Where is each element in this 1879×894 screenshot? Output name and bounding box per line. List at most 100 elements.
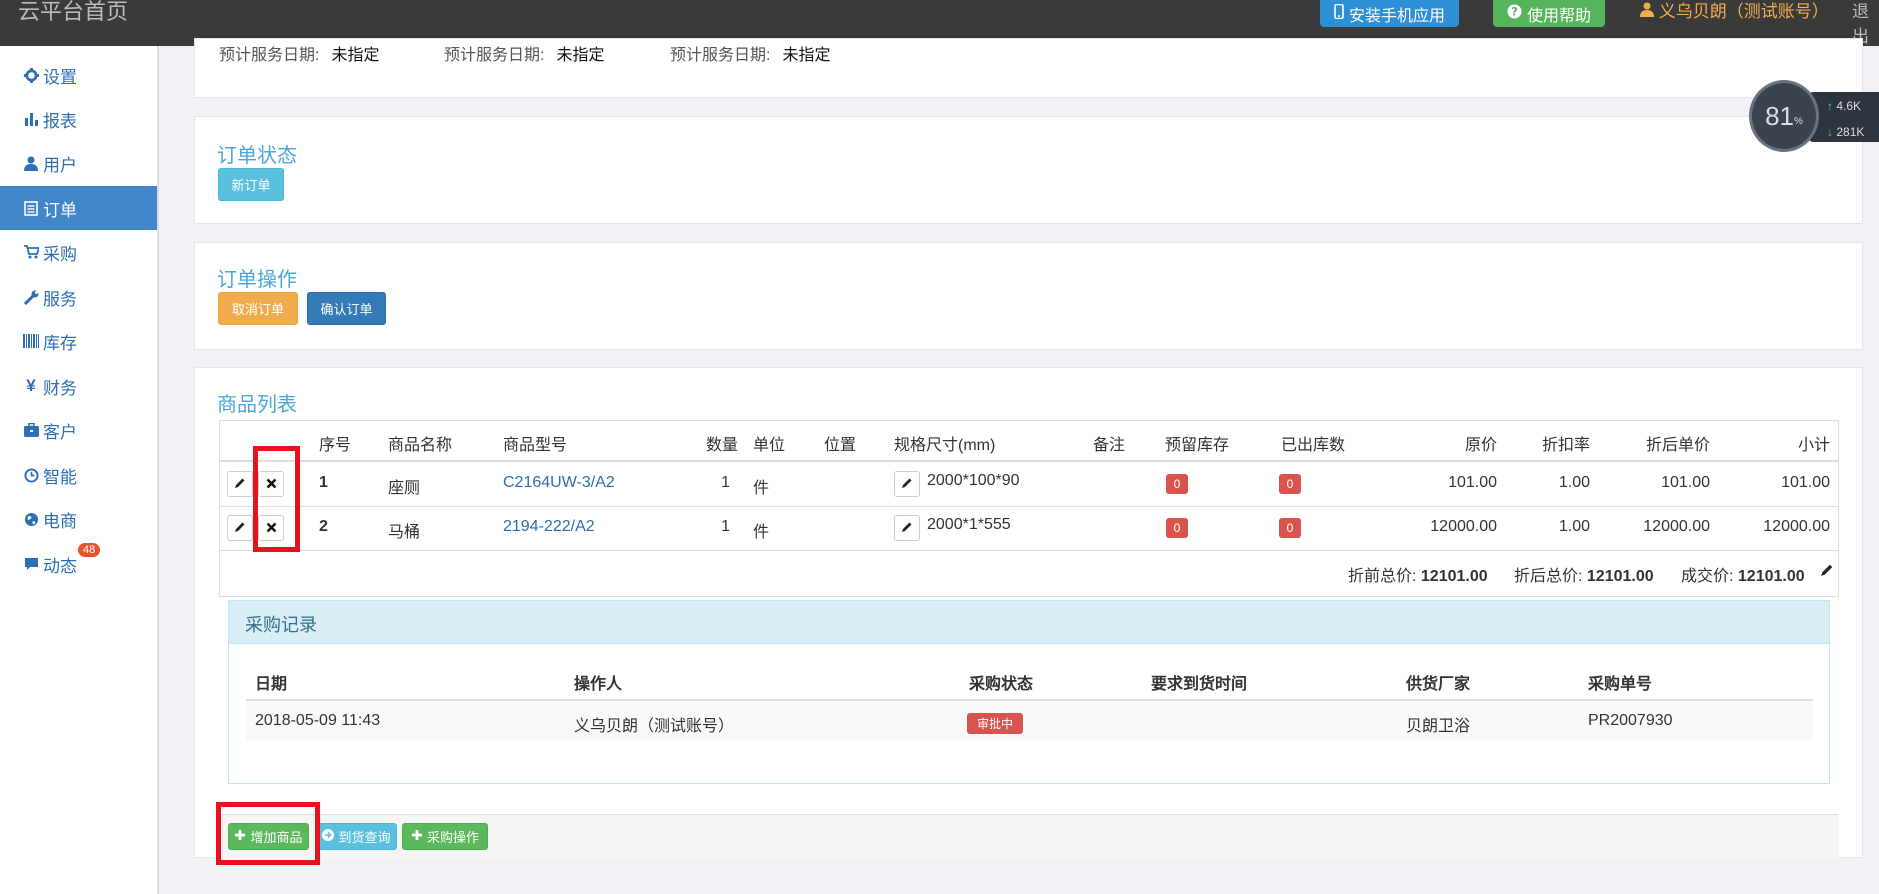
upload-speed: ↑ 4.6K <box>1827 99 1862 113</box>
clock-icon <box>22 467 40 483</box>
row-spec: 2000*100*90 <box>927 472 1020 489</box>
order-status-title: 订单状态 <box>217 145 297 167</box>
brand-title[interactable]: 云平台首页 <box>18 0 128 26</box>
sidebar-item-inventory[interactable]: 库存 <box>0 319 157 363</box>
sidebar-item-label: 动态 <box>43 556 77 576</box>
edit-spec-button[interactable] <box>894 515 920 541</box>
purchase-header-arrival: 要求到货时间 <box>1151 676 1248 693</box>
product-table: 序号 商品名称 商品型号 数量 单位 位置 规格尺寸(mm) 备注 预留库存 已… <box>219 420 1839 597</box>
service-dates-panel: 预计服务日期: 未指定 预计服务日期: 未指定 预计服务日期: 未指定 <box>194 38 1863 98</box>
confirm-order-button[interactable]: 确认订单 <box>307 292 386 325</box>
pencil-icon <box>1820 562 1834 582</box>
shipped-badge: 0 <box>1279 474 1301 494</box>
sidebar-item-customers[interactable]: 客户 <box>0 408 157 452</box>
header-shipped: 已出库数 <box>1281 437 1346 454</box>
sidebar-item-dynamics[interactable]: 动态 48 <box>0 542 157 586</box>
edit-row-button[interactable] <box>227 515 253 541</box>
install-app-button[interactable]: 安装手机应用 <box>1320 0 1459 27</box>
sidebar-item-finance[interactable]: ¥ 财务 <box>0 364 157 408</box>
purchase-operator: 义乌贝朗（测试账号） <box>574 718 735 735</box>
service-date-3: 预计服务日期: 未指定 <box>670 47 831 64</box>
row-qty: 1 <box>721 474 730 491</box>
sidebar-item-label: 客户 <box>43 422 77 442</box>
service-date-1: 预计服务日期: 未指定 <box>219 47 380 64</box>
order-ops-panel: 订单操作 取消订单 确认订单 <box>194 242 1863 350</box>
deal-price: 成交价: 12101.00 <box>1681 568 1805 585</box>
usage-gauge: 81% <box>1749 80 1819 152</box>
header-remark: 备注 <box>1093 437 1126 454</box>
install-app-label: 安装手机应用 <box>1348 7 1445 25</box>
highlight-box-add <box>216 802 320 865</box>
header-orig-price: 原价 <box>1464 437 1497 454</box>
header-model: 商品型号 <box>503 437 568 454</box>
header-discount: 折扣率 <box>1541 437 1590 454</box>
purchase-operation-label: 采购操作 <box>426 830 479 845</box>
row-model-link[interactable]: 2194-222/A2 <box>503 518 595 536</box>
sidebar-item-reports[interactable]: 报表 <box>0 97 157 141</box>
globe-icon <box>22 512 40 527</box>
comment-icon <box>22 557 40 571</box>
purchase-header-status: 采购状态 <box>969 676 1034 693</box>
sidebar-item-label: 智能 <box>43 467 77 487</box>
purchase-order-link[interactable]: PR2007930 <box>1588 712 1673 730</box>
header-location: 位置 <box>824 437 857 454</box>
header-divider <box>220 460 1838 462</box>
sidebar-item-users[interactable]: 用户 <box>0 141 157 185</box>
new-order-button[interactable]: 新订单 <box>218 168 284 201</box>
arrival-query-button[interactable]: 到货查询 <box>316 823 397 850</box>
row-divider <box>220 550 1838 551</box>
header-spec: 规格尺寸(mm) <box>894 437 996 454</box>
sidebar-item-purchase[interactable]: 采购 <box>0 230 157 274</box>
user-icon <box>22 156 40 171</box>
question-icon: ? <box>1507 3 1522 24</box>
pencil-icon <box>901 474 913 494</box>
row-unit: 件 <box>753 524 770 541</box>
pencil-icon <box>234 518 246 538</box>
purchase-date: 2018-05-09 11:43 <box>255 712 381 729</box>
header-disc-price: 折后单价 <box>1645 437 1710 454</box>
row-seq: 2 <box>319 518 328 535</box>
reserved-badge: 0 <box>1166 474 1188 494</box>
sidebar-item-service[interactable]: 服务 <box>0 275 157 319</box>
network-speed-widget[interactable]: ↑ 4.6K ↓ 281K 81% <box>1749 80 1879 152</box>
total-before: 折前总价: 12101.00 <box>1348 568 1488 585</box>
sidebar-item-ecommerce[interactable]: 电商 <box>0 497 157 541</box>
row-model-link[interactable]: C2164UW-3/A2 <box>503 474 615 492</box>
row-name: 座厕 <box>388 480 421 497</box>
list-icon <box>22 200 40 216</box>
edit-spec-button[interactable] <box>894 471 920 497</box>
order-status-panel: 订单状态 新订单 <box>194 116 1863 224</box>
help-button[interactable]: ? 使用帮助 <box>1493 0 1605 27</box>
sidebar-item-label: 电商 <box>43 511 77 531</box>
edit-row-button[interactable] <box>227 471 253 497</box>
row-subtotal: 12000.00 <box>1763 518 1830 535</box>
sidebar: 设置 报表 用户 订单 采购 服务 库存 ¥ 财务 客户 智能 电商 动态 48 <box>0 46 159 894</box>
service-date-2: 预计服务日期: 未指定 <box>444 47 605 64</box>
purchase-operation-button[interactable]: 采购操作 <box>402 823 488 850</box>
purchase-supplier: 贝朗卫浴 <box>1406 718 1471 735</box>
purchase-record-panel: 采购记录 日期 操作人 采购状态 要求到货时间 供货厂家 采购单号 2018-0… <box>228 600 1830 784</box>
sidebar-item-smart[interactable]: 智能 <box>0 453 157 497</box>
help-label: 使用帮助 <box>1526 7 1591 25</box>
wrench-icon <box>22 290 40 305</box>
sidebar-item-label: 订单 <box>43 200 77 220</box>
header-reserved: 预留库存 <box>1165 437 1230 454</box>
row-disc-price: 101.00 <box>1661 474 1710 491</box>
cancel-order-button[interactable]: 取消订单 <box>218 292 298 325</box>
row-name: 马桶 <box>388 524 421 541</box>
yen-icon: ¥ <box>26 376 36 395</box>
purchase-status-badge: 审批中 <box>967 713 1023 734</box>
user-menu[interactable]: 义乌贝朗（测试账号） <box>1640 0 1829 22</box>
sidebar-item-orders[interactable]: 订单 <box>0 186 157 230</box>
row-disc-price: 12000.00 <box>1643 518 1710 535</box>
purchase-header-po: 采购单号 <box>1588 676 1653 693</box>
sidebar-item-label: 报表 <box>43 111 77 131</box>
arrow-circle-icon <box>322 829 335 844</box>
row-orig-price: 12000.00 <box>1430 518 1497 535</box>
purchase-row-bg <box>246 701 1813 741</box>
edit-deal-price-button[interactable] <box>1815 560 1839 584</box>
svg-text:?: ? <box>1511 5 1518 18</box>
sidebar-item-settings[interactable]: 设置 <box>0 53 157 97</box>
sidebar-item-label: 财务 <box>43 378 77 398</box>
shipped-badge: 0 <box>1279 518 1301 538</box>
